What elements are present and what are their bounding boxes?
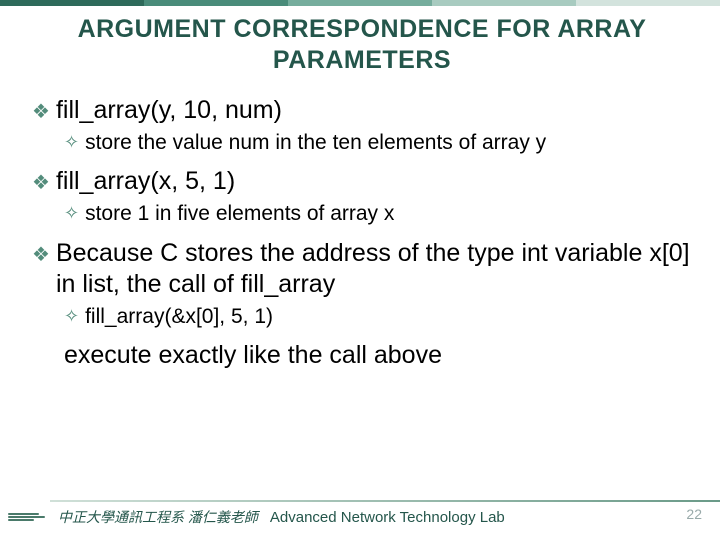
page-number: 22 xyxy=(686,506,702,522)
bullet-text: store the value num in the ten elements … xyxy=(85,130,546,156)
bullet-text: Because C stores the address of the type… xyxy=(56,238,692,301)
bullet-text: store 1 in five elements of array x xyxy=(85,201,394,227)
bullet-level1: ❖ fill_array(y, 10, num) xyxy=(32,95,692,126)
footer: 中正大學通訊工程系 潘仁義老師 Advanced Network Technol… xyxy=(0,502,720,532)
lab-name-label: Advanced Network Technology Lab xyxy=(270,509,505,526)
institution-label: 中正大學通訊工程系 潘仁義老師 xyxy=(58,507,258,527)
bullet-level1: ❖ fill_array(x, 5, 1) xyxy=(32,166,692,197)
diamond-outline-icon: ✧ xyxy=(64,306,79,327)
bullet-text: fill_array(y, 10, num) xyxy=(56,95,282,126)
slide-title: ARGUMENT CORRESPONDENCE FOR ARRAY PARAME… xyxy=(32,14,692,77)
diamond-outline-icon: ✧ xyxy=(64,203,79,224)
bullet-level2: ✧ store the value num in the ten element… xyxy=(64,130,692,156)
diamond-outline-icon: ✧ xyxy=(64,132,79,153)
diamond-filled-icon: ❖ xyxy=(32,242,50,267)
bullet-text: fill_array(x, 5, 1) xyxy=(56,166,235,197)
diamond-filled-icon: ❖ xyxy=(32,170,50,195)
diamond-filled-icon: ❖ xyxy=(32,99,50,124)
top-decor-strip xyxy=(0,0,720,6)
slide-body: ARGUMENT CORRESPONDENCE FOR ARRAY PARAME… xyxy=(0,0,720,372)
continuation-text: execute exactly like the call above xyxy=(64,340,692,371)
bullet-level2: ✧ store 1 in five elements of array x xyxy=(64,201,692,227)
bullet-level1: ❖ Because C stores the address of the ty… xyxy=(32,238,692,301)
bullet-level2: ✧ fill_array(&x[0], 5, 1) xyxy=(64,304,692,330)
lab-logo-icon xyxy=(8,503,52,531)
bullet-text: fill_array(&x[0], 5, 1) xyxy=(85,304,273,330)
